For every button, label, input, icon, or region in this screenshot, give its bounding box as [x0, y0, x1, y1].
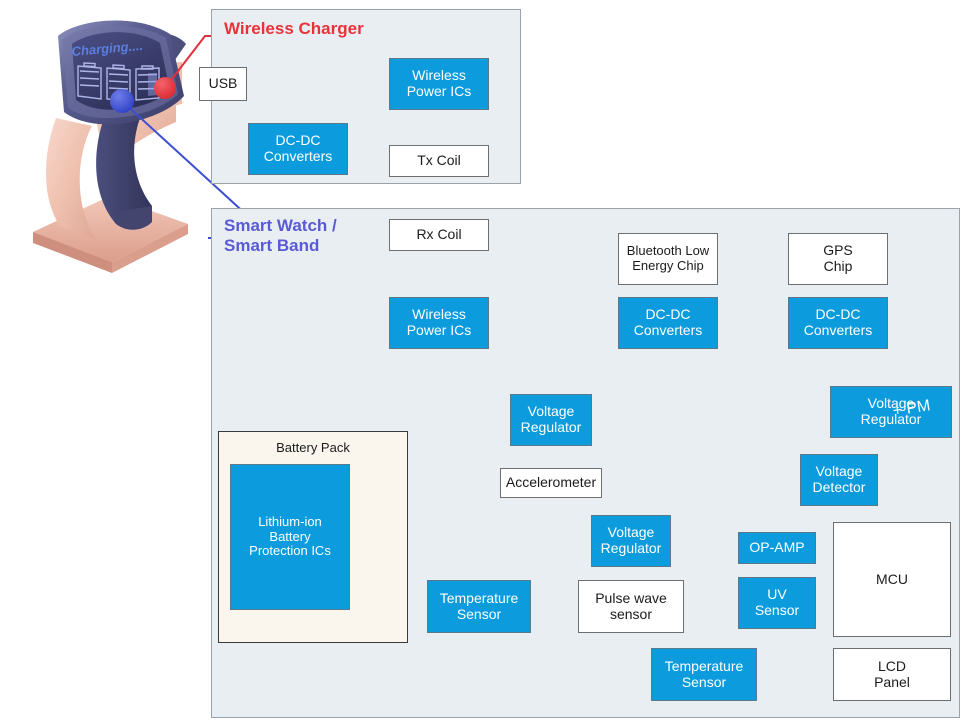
- lcd-panel-block[interactable]: LCD Panel: [833, 648, 951, 701]
- lithium-ion-battery-protection-ics-block[interactable]: Lithium-ion Battery Protection ICs: [230, 464, 350, 610]
- dcdc-chg-block[interactable]: DC-DC Converters: [248, 123, 348, 175]
- dcdc-ble-block[interactable]: DC-DC Converters: [618, 297, 718, 349]
- uv-sensor-block[interactable]: UV Sensor: [738, 577, 816, 629]
- wpt-ic-2-block[interactable]: Wireless Power ICs: [389, 297, 489, 349]
- uv-sensor-label: UV Sensor: [754, 586, 800, 618]
- wireless-charger-title: Wireless Charger: [224, 19, 364, 38]
- vreg-pm-block[interactable]: Voltage Regulator + PM: [830, 386, 952, 438]
- wpt-ic-block[interactable]: Wireless Power ICs: [389, 58, 489, 110]
- vdet-block[interactable]: Voltage Detector: [800, 454, 878, 506]
- usb-block[interactable]: USB: [199, 67, 247, 101]
- lithium-ion-battery-protection-ics-label: Lithium-ion Battery Protection ICs: [249, 514, 331, 559]
- accel-label: Accelerometer: [505, 474, 597, 491]
- mcu-label: MCU: [876, 570, 908, 587]
- diagram-canvas: Charging.... Battery Pack Lithium-ion Ba…: [0, 0, 972, 727]
- pulse-wave-label: Pulse wave sensor: [595, 589, 667, 622]
- dcdc-gps-label: DC-DC Converters: [803, 306, 873, 338]
- vreg-accel-block[interactable]: Voltage Regulator: [510, 394, 592, 446]
- vreg-pulse-block[interactable]: Voltage Regulator: [591, 515, 671, 567]
- wpt-ic-label: Wireless Power ICs: [406, 67, 472, 99]
- vreg-pulse-label: Voltage Regulator: [600, 524, 662, 556]
- temp-left-block[interactable]: Temperature Sensor: [427, 580, 531, 633]
- wpt-ic-2-label: Wireless Power ICs: [406, 306, 472, 338]
- ble-chip-block[interactable]: Bluetooth Low Energy Chip: [618, 233, 718, 285]
- dcdc-chg-label: DC-DC Converters: [263, 132, 333, 164]
- temp-right-block[interactable]: Temperature Sensor: [651, 648, 757, 701]
- rx-coil-label: Rx Coil: [416, 226, 462, 243]
- opamp-label: OP-AMP: [749, 539, 805, 556]
- gps-chip-block[interactable]: GPS Chip: [788, 233, 888, 285]
- dcdc-gps-block[interactable]: DC-DC Converters: [788, 297, 888, 349]
- charger-callout-dot: [154, 77, 176, 99]
- ble-chip-label: Bluetooth Low Energy Chip: [626, 243, 710, 273]
- smart-watch-title: Smart Watch / Smart Band: [224, 216, 337, 256]
- temp-left-label: Temperature Sensor: [439, 589, 519, 622]
- vreg-accel-label: Voltage Regulator: [520, 403, 582, 435]
- mcu-block[interactable]: MCU: [833, 522, 951, 637]
- opamp-block[interactable]: OP-AMP: [738, 532, 816, 564]
- watch-callout-dot: [110, 89, 134, 113]
- gps-chip-label: GPS Chip: [823, 242, 853, 274]
- tx-coil-block[interactable]: Tx Coil: [389, 145, 489, 177]
- dcdc-ble-label: DC-DC Converters: [633, 306, 703, 338]
- lcd-panel-label: LCD Panel: [874, 657, 910, 690]
- accel-block[interactable]: Accelerometer: [500, 468, 602, 498]
- tx-coil-label: Tx Coil: [417, 152, 461, 169]
- rx-coil-block[interactable]: Rx Coil: [389, 219, 489, 251]
- pulse-wave-block[interactable]: Pulse wave sensor: [578, 580, 684, 633]
- vdet-label: Voltage Detector: [812, 463, 866, 495]
- smart-watch-illustration: Charging....: [33, 20, 188, 273]
- temp-right-label: Temperature Sensor: [664, 657, 744, 690]
- usb-label: USB: [208, 75, 238, 92]
- battery-pack-title: Battery Pack: [276, 440, 350, 455]
